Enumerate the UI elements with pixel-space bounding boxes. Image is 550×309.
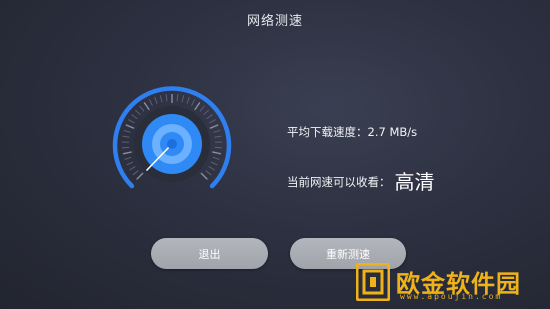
- average-download-speed: 平均下载速度：2.7 MB/s: [287, 124, 417, 140]
- watermark: 欧金软件园 www.apoujin.com: [356, 263, 546, 303]
- quality-value: 高清: [394, 170, 435, 194]
- speed-value: 2.7 MB/s: [367, 125, 418, 139]
- quality-label: 当前网速可以收看：: [287, 175, 391, 189]
- exit-button[interactable]: 退出: [151, 238, 268, 269]
- speedometer-icon: [112, 86, 232, 189]
- brand-logo-icon: [356, 263, 390, 301]
- speed-test-screen: 网络测速 平均下载速度：2.7 MB/s 当前网速可以收看： 高清 退出 重新测速…: [0, 0, 550, 309]
- speed-label: 平均下载速度：: [287, 125, 368, 139]
- viewable-quality: 当前网速可以收看： 高清: [287, 166, 435, 195]
- page-title: 网络测速: [246, 14, 303, 29]
- watermark-url: www.apoujin.com: [400, 292, 503, 301]
